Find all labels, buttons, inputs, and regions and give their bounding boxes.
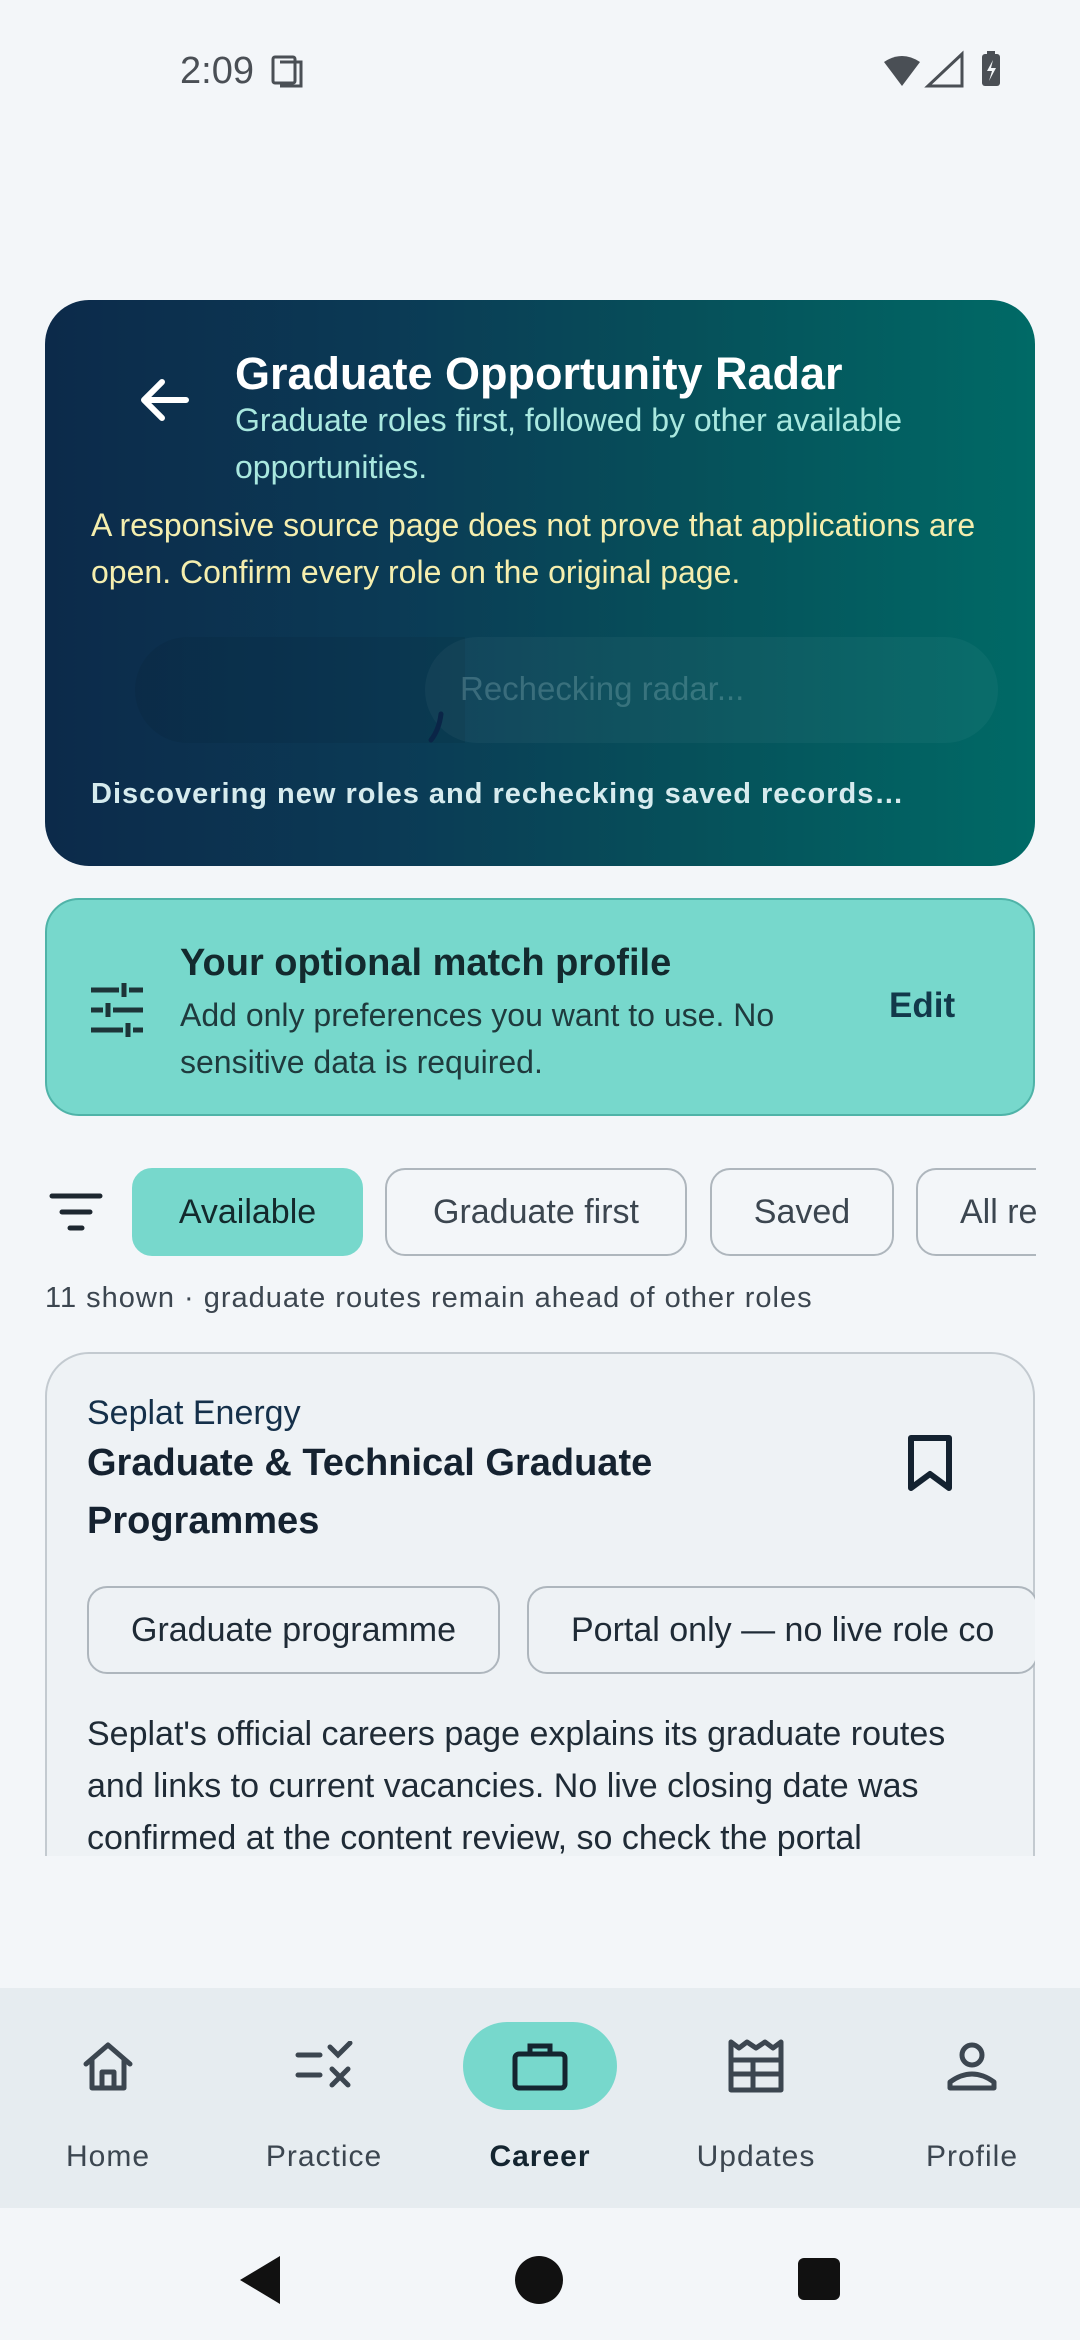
nav-label-practice: Practice [265,2140,383,2173]
edit-profile-button[interactable]: Edit [889,986,955,1026]
nav-label-career: Career [489,2140,591,2173]
results-count: 11 shown · graduate routes remain ahead … [45,1282,813,1314]
filter-list-icon[interactable] [48,1190,106,1234]
nav-item-practice[interactable]: Practice [216,1988,432,2208]
job-tag-status: Portal only — no live role co [527,1586,1035,1674]
bookmark-icon[interactable] [905,1434,955,1492]
filter-chip-clip: All re [916,1168,1036,1256]
match-profile-description: Add only preferences you want to use. No… [180,997,775,1080]
signal-icon [924,50,964,88]
match-profile-title: Your optional match profile [180,942,672,984]
discovery-status: Discovering new roles and rechecking sav… [91,778,905,810]
person-icon [947,2042,997,2091]
nav-item-updates[interactable]: Updates [648,1988,864,2208]
job-title: Graduate & Technical Graduate Programmes [87,1442,653,1542]
filter-chip-all-roles[interactable]: All re [916,1168,1036,1256]
page-title: Graduate Opportunity Radar [235,348,843,399]
recheck-progress-track [135,637,465,743]
wifi-icon [884,56,920,86]
job-description: Seplat's official careers page explains … [87,1715,946,1856]
nav-icon-container [679,2022,833,2110]
bottom-navigation: Home Practice Career Updates Profile [0,1988,1080,2208]
loading-spinner-icon [428,711,444,743]
job-company: Seplat Energy [87,1394,301,1432]
nav-item-home[interactable]: Home [0,1988,216,2208]
home-icon [83,2042,133,2091]
nav-label-home: Home [65,2140,151,2173]
nav-item-career[interactable]: Career [432,1988,648,2208]
filter-chip-available[interactable]: Available [132,1168,363,1256]
page-subtitle: Graduate roles first, followed by other … [235,402,903,485]
nav-icon-container [247,2022,401,2110]
briefcase-icon [512,2043,568,2091]
job-tags: Graduate programme Portal only — no live… [87,1586,1035,1678]
nav-label-profile: Profile [925,2140,1019,2173]
job-list: Seplat Energy Graduate & Technical Gradu… [45,1352,1035,1856]
nav-icon-container [463,2022,617,2110]
nav-label-updates: Updates [696,2140,816,2173]
job-tag-type: Graduate programme [87,1586,501,1674]
nav-item-profile[interactable]: Profile [864,1988,1080,2208]
newspaper-icon [728,2039,784,2093]
sim-card-icon [271,55,303,88]
back-button[interactable] [125,360,205,440]
status-icons [884,50,1000,88]
nav-icon-container [895,2022,1049,2110]
arrow-back-icon [141,379,189,421]
recheck-button-label: Rechecking radar... [460,670,745,707]
match-profile-card[interactable]: Your optional match profile Add only pre… [45,898,1035,1116]
source-warning: A responsive source page does not prove … [91,507,976,590]
filter-chip-graduate-first[interactable]: Graduate first [385,1168,687,1256]
tune-icon [91,983,143,1037]
status-time: 2:09 [180,50,254,92]
system-back-icon[interactable] [236,2254,284,2306]
system-home-icon[interactable] [515,2256,563,2304]
system-recents-icon[interactable] [798,2258,840,2300]
practice-icon [295,2041,353,2088]
hero-card: Graduate Opportunity Radar Graduate role… [45,300,1035,866]
filter-chip-saved[interactable]: Saved [710,1168,894,1256]
nav-icon-container [31,2022,185,2110]
system-navigation-bar [0,2208,1080,2340]
job-card[interactable]: Seplat Energy Graduate & Technical Gradu… [45,1352,1035,1856]
